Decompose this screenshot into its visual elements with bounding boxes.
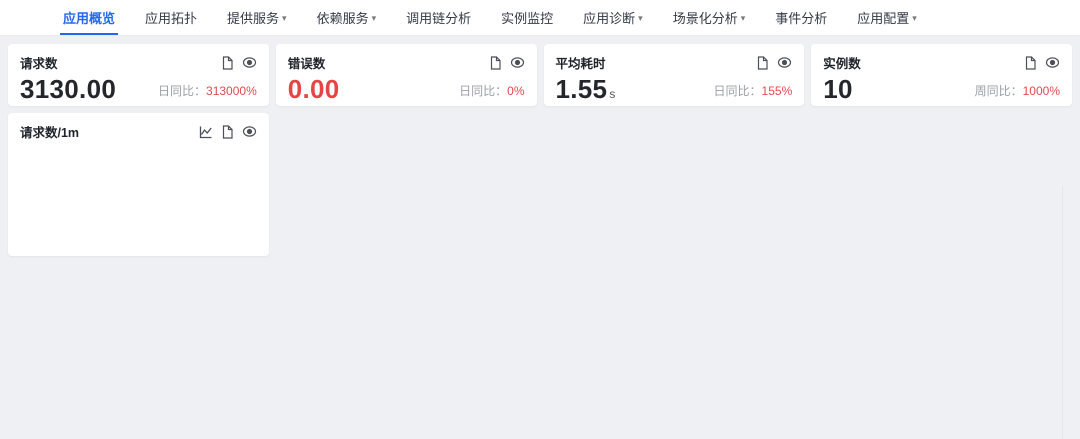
eye-icon[interactable] — [242, 56, 257, 69]
document-icon[interactable] — [756, 55, 769, 70]
document-icon[interactable] — [1024, 55, 1037, 70]
eye-icon[interactable] — [510, 56, 525, 69]
eye-icon[interactable] — [242, 125, 257, 138]
kpi-title: 实例数 — [823, 57, 861, 71]
kpi-value: 10 — [823, 74, 853, 104]
chevron-down-icon: ▾ — [282, 13, 287, 23]
document-icon[interactable] — [221, 124, 234, 139]
nav-tab-1[interactable]: 应用拓扑 — [130, 0, 212, 35]
card-actions — [221, 55, 257, 70]
kpi-unit: s — [609, 87, 616, 101]
nav-tab-label: 实例监控 — [501, 11, 554, 26]
dashboard-content: 请求数 3130.00 日同比：313000% 错误数 0.00 日同比：0% 平均耗时 1.… — [0, 36, 1080, 439]
kpi-title: 错误数 — [287, 57, 326, 71]
nav-tab-label: 调用链分析 — [406, 11, 472, 26]
kpi-value: 3130.00 — [20, 74, 117, 104]
trend-chart-icon[interactable] — [199, 125, 213, 139]
nav-tab-label: 应用诊断 — [583, 11, 636, 26]
nav-tab-label: 提供服务 — [227, 11, 280, 26]
document-icon[interactable] — [221, 55, 234, 70]
toolbar-connector-line — [1062, 186, 1063, 439]
chevron-down-icon: ▾ — [912, 13, 917, 23]
kpi-card-3: 实例数 10 周同比：1000% — [811, 44, 1072, 106]
kpi-title: 请求数 — [20, 57, 58, 71]
requests-per-min-chart-card: 请求数/1m — [8, 113, 269, 256]
card-actions — [199, 124, 257, 139]
nav-tab-0[interactable]: 应用概览 — [48, 0, 130, 35]
kpi-value: 0.00 — [287, 74, 340, 104]
nav-tab-2[interactable]: 提供服务 ▾ — [212, 0, 302, 35]
card-title: 请求数/1m — [20, 126, 80, 140]
kpi-card-2: 平均耗时 1.55 s 日同比：155% — [543, 44, 805, 106]
card-actions — [756, 55, 792, 70]
eye-icon[interactable] — [1045, 56, 1060, 69]
nav-tab-4[interactable]: 调用链分析 — [391, 0, 486, 35]
kpi-card-1: 错误数 0.00 日同比：0% — [275, 44, 537, 106]
kpi-compare: 日同比：155% — [713, 84, 793, 98]
card-actions — [1024, 55, 1060, 70]
document-icon[interactable] — [489, 55, 502, 70]
kpi-compare: 周同比：1000% — [974, 84, 1060, 98]
chevron-down-icon: ▾ — [740, 13, 746, 23]
nav-tab-9[interactable]: 应用配置 ▾ — [842, 0, 932, 35]
nav-tab-label: 场景化分析 — [672, 11, 738, 26]
nav-tab-7[interactable]: 场景化分析 ▾ — [658, 0, 761, 35]
kpi-title: 平均耗时 — [555, 57, 606, 71]
kpi-card-0: 请求数 3130.00 日同比：313000% — [8, 44, 269, 106]
nav-tab-label: 事件分析 — [775, 11, 828, 26]
kpi-value: 1.55 s — [555, 74, 616, 104]
kpi-compare: 日同比：313000% — [158, 84, 257, 98]
chevron-down-icon: ▾ — [371, 13, 377, 23]
nav-tab-6[interactable]: 应用诊断 ▾ — [568, 0, 658, 35]
chevron-down-icon: ▾ — [638, 13, 643, 23]
nav-tab-label: 应用拓扑 — [145, 11, 198, 26]
card-actions — [489, 55, 525, 70]
nav-tab-3[interactable]: 依赖服务 ▾ — [302, 0, 392, 35]
nav-tab-label: 应用配置 — [857, 11, 910, 26]
kpi-compare: 日同比：0% — [459, 84, 525, 98]
top-nav: 应用概览 应用拓扑 提供服务 ▾ 依赖服务 ▾ 调用链分析 实例监控 应用诊断 ▾ 场景化分析 ▾ 事件… — [0, 0, 1080, 36]
nav-tab-label: 依赖服务 — [316, 11, 369, 26]
eye-icon[interactable] — [777, 56, 792, 69]
nav-tab-5[interactable]: 实例监控 — [486, 0, 568, 35]
nav-tab-label: 应用概览 — [63, 11, 116, 26]
nav-tab-8[interactable]: 事件分析 — [760, 0, 842, 35]
